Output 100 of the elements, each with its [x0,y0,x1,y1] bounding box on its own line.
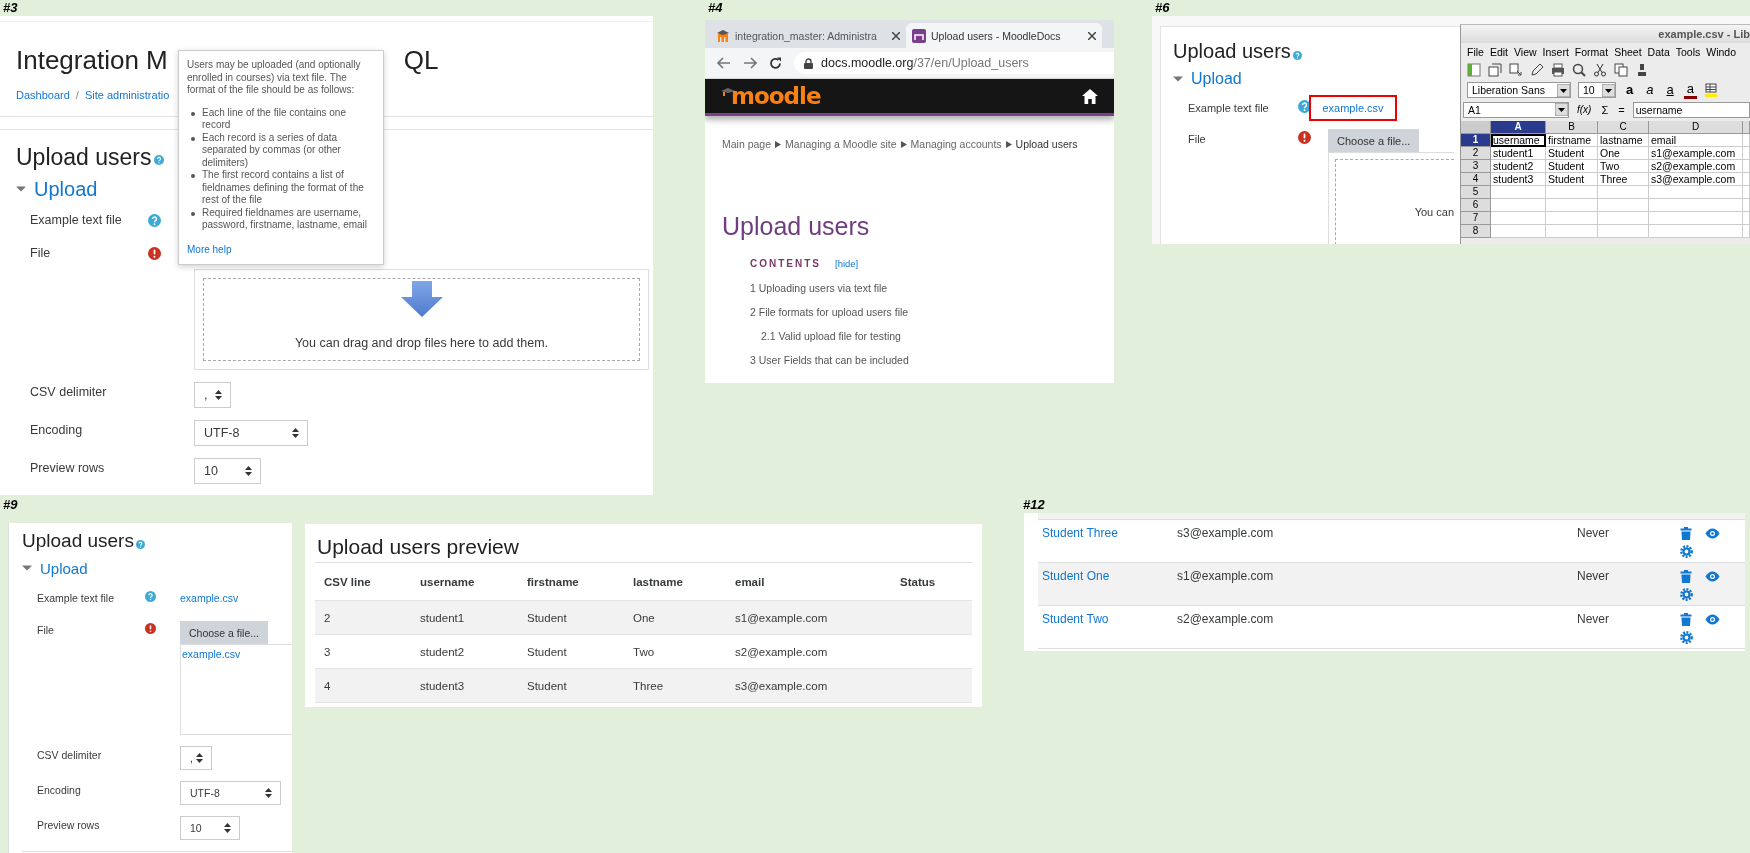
help-icon[interactable] [145,591,156,602]
column-header[interactable]: A [1491,121,1546,134]
sheet-cell[interactable] [1546,212,1598,225]
column-header[interactable]: C [1598,121,1649,134]
menu-item[interactable]: View [1514,45,1537,58]
gear-icon[interactable] [1680,545,1693,558]
dropdown[interactable]: 10 [194,458,261,484]
sheet-cell[interactable] [1598,212,1649,225]
corner-cell[interactable] [1461,121,1491,134]
menu-item[interactable]: Edit [1489,45,1508,58]
sheet-cell[interactable]: Three [1598,173,1649,186]
sheet-cell[interactable]: One [1598,147,1649,160]
trash-icon[interactable] [1680,570,1692,583]
formula-button[interactable]: Σ [1599,103,1611,116]
help-icon[interactable] [148,214,161,227]
eye-icon[interactable] [1705,614,1720,625]
forward-icon[interactable] [743,57,757,69]
sheet-cell[interactable] [1649,212,1743,225]
row-header[interactable]: 8 [1461,225,1491,238]
formula-button[interactable]: f(x) [1575,104,1594,115]
dropdown[interactable]: UTF-8 [194,420,308,446]
highlight-icon[interactable] [1703,83,1718,97]
dropzone[interactable]: You can drag and drop files here to add them. [203,278,640,361]
sheet-cell[interactable] [1491,186,1546,199]
contents-link[interactable]: 2 File formats for upload users file [750,305,909,319]
sheet-cell[interactable] [1743,212,1750,225]
sheet-cell[interactable] [1598,225,1649,238]
scissors-icon[interactable] [1593,63,1607,77]
breadcrumb-link[interactable]: Upload users [1015,137,1078,151]
sheet-cell[interactable]: s2@example.com [1649,160,1743,173]
breadcrumb-link[interactable]: Managing a Moodle site [785,137,897,151]
choose-file-button[interactable]: Choose a file... [1328,129,1420,152]
sheet-cell[interactable] [1743,173,1750,186]
menu-item[interactable]: Tools [1675,45,1701,58]
sheet-cell[interactable]: Student [1546,173,1598,186]
sheet-cell[interactable] [1743,160,1750,173]
breadcrumb-link[interactable]: Managing accounts [910,137,1002,151]
caret-icon[interactable] [1173,74,1183,84]
sheet-cell[interactable]: Student [1546,160,1598,173]
sheet-cell[interactable]: student1 [1491,147,1546,160]
address-bar[interactable]: docs.moodle.org/37/en/Upload_users [794,52,1114,74]
sheet-cell[interactable] [1546,186,1598,199]
column-header[interactable] [1743,121,1750,134]
export-icon[interactable] [1509,63,1523,77]
sheet-cell[interactable]: email [1649,134,1743,147]
font-size-field[interactable]: 10 [1578,82,1616,98]
user-name-link[interactable]: Student Three [1038,526,1177,540]
bold-button[interactable]: a [1623,83,1637,97]
row-header[interactable]: 4 [1461,173,1491,186]
file-link[interactable]: example.csv [1322,95,1384,121]
font-name-field[interactable]: Liberation Sans [1467,82,1571,98]
formula-button[interactable]: = [1616,103,1627,116]
section-toggle[interactable]: Upload [1191,70,1242,88]
file-area[interactable]: example.csv [180,644,292,735]
breadcrumb-link[interactable]: Dashboard [16,88,70,102]
eye-icon[interactable] [1705,528,1720,539]
home-icon[interactable] [1082,88,1098,104]
breadcrumb-link[interactable]: Site administratio [84,88,170,102]
contents-link[interactable]: 3 User Fields that can be included [750,353,909,367]
sheet-cell[interactable] [1546,199,1598,212]
dropdown[interactable]: , [194,382,231,408]
magnifier-icon[interactable] [1572,63,1586,77]
sheet-cell[interactable] [1743,186,1750,199]
help-icon[interactable] [1298,100,1311,113]
sheet-cell[interactable]: firstname [1546,134,1598,147]
sheet-cell[interactable] [1649,186,1743,199]
help-icon[interactable] [153,155,164,165]
pencil-icon[interactable] [1530,63,1544,77]
more-help-link[interactable]: More help [187,243,232,256]
sheet-cell[interactable]: Two [1598,160,1649,173]
contents-link[interactable]: 1 Uploading users via text file [750,281,888,295]
italic-button[interactable]: a [1643,83,1657,97]
browser-tab[interactable]: Upload users - MoodleDocs [906,23,1102,48]
help-icon[interactable] [135,539,145,549]
user-name-link[interactable]: Student One [1038,569,1177,583]
sheet-cell[interactable]: username [1491,134,1546,147]
hide-link[interactable]: [hide] [835,257,859,271]
menu-item[interactable]: Windo [1706,45,1737,58]
sheet-cell[interactable] [1743,225,1750,238]
sheet-cell[interactable] [1546,225,1598,238]
close-icon[interactable] [1088,31,1096,40]
column-header[interactable]: D [1649,121,1743,134]
menu-item[interactable]: Format [1574,45,1609,58]
sheet-cell[interactable] [1743,199,1750,212]
section-toggle[interactable]: Upload [34,177,98,201]
printer-icon[interactable] [1551,63,1565,77]
sheet-cell[interactable] [1598,199,1649,212]
dropdown[interactable]: 10 [180,816,240,840]
choose-file-button[interactable]: Choose a file... [180,621,269,644]
row-header[interactable]: 2 [1461,147,1491,160]
contents-link[interactable]: 2.1 Valid upload file for testing [761,329,901,343]
sheet-cell[interactable]: lastname [1598,134,1649,147]
sheet-cell[interactable] [1598,186,1649,199]
dropdown[interactable]: , [180,746,212,770]
sheet-cell[interactable] [1743,147,1750,160]
dropdown-arrow-icon[interactable] [1555,103,1568,116]
help-icon[interactable] [1292,50,1302,60]
sheet-cell[interactable]: student3 [1491,173,1546,186]
user-name-link[interactable]: Student Two [1038,612,1177,626]
section-toggle[interactable]: Upload [40,559,88,577]
